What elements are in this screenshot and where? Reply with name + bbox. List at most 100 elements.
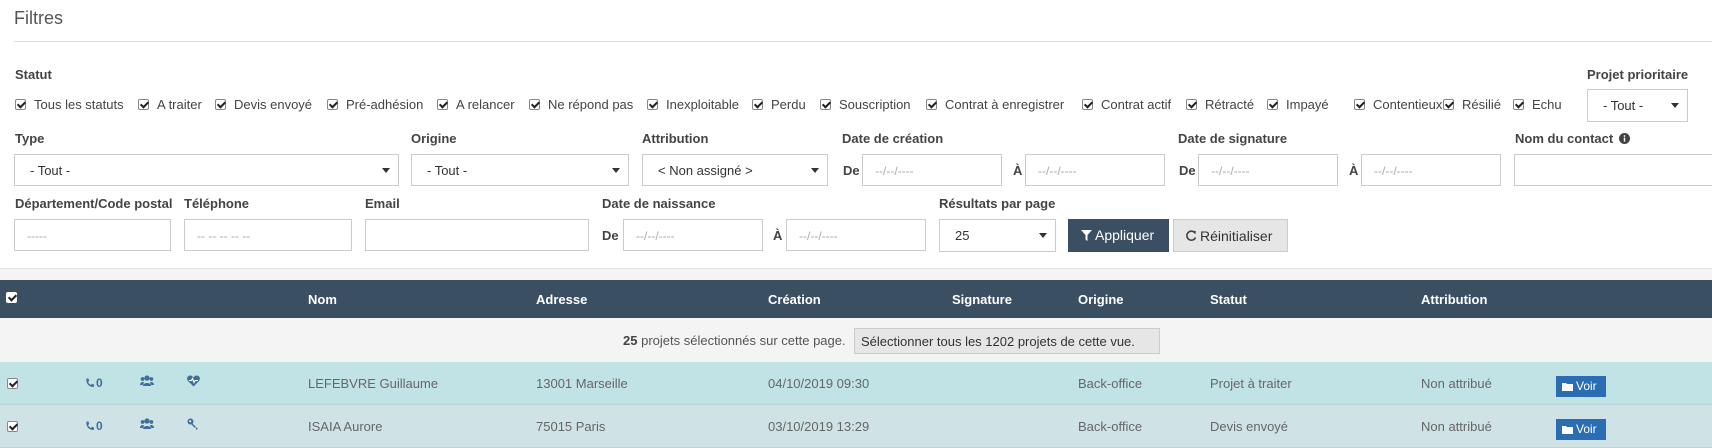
date-creation-to-prefix: À — [1013, 163, 1023, 178]
status-checkbox-label[interactable]: Contrat actif — [1101, 97, 1171, 112]
status-checkbox[interactable] — [215, 99, 226, 110]
status-checkbox[interactable] — [1513, 99, 1524, 110]
status-checkbox[interactable] — [138, 99, 149, 110]
voir-label: Voir — [1576, 422, 1597, 436]
call-count[interactable]: 0 — [85, 376, 103, 390]
date-creation-label: Date de création — [842, 131, 944, 146]
users-icon[interactable] — [140, 375, 154, 387]
telephone-label: Téléphone — [184, 196, 250, 211]
departement-label: Département/Code postal — [15, 196, 173, 211]
call-count-value: 0 — [96, 376, 103, 390]
cell-adresse: 13001 Marseille — [536, 376, 628, 391]
phone-icon — [85, 376, 96, 390]
status-checkbox-label[interactable]: Tous les statuts — [34, 97, 124, 112]
projet-prioritaire-label: Projet prioritaire — [1587, 67, 1689, 82]
chevron-down-icon — [1039, 233, 1047, 238]
resultats-select[interactable]: 25 — [939, 219, 1056, 252]
date-signature-to-input[interactable]: --/--/---- — [1361, 154, 1501, 186]
status-checkbox-label[interactable]: Contrat à enregistrer — [945, 97, 1064, 112]
status-checkbox-label[interactable]: Souscription — [839, 97, 911, 112]
origine-select[interactable]: - Tout - — [411, 154, 629, 186]
email-label: Email — [365, 196, 400, 211]
reset-button[interactable]: Réinitialiser — [1173, 219, 1288, 252]
date-naissance-from-input[interactable]: --/--/---- — [623, 219, 763, 251]
column-header-statut[interactable]: Statut — [1210, 292, 1247, 307]
status-checkbox-label[interactable]: Perdu — [771, 97, 806, 112]
status-checkbox[interactable] — [647, 99, 658, 110]
refresh-icon — [1186, 230, 1197, 241]
status-checkbox-label[interactable]: Ne répond pas — [548, 97, 633, 112]
date-naissance-to-prefix: À — [773, 228, 783, 243]
type-select[interactable]: - Tout - — [14, 154, 399, 186]
table-header: Nom Adresse Création Signature Origine S… — [0, 280, 1712, 318]
table-row[interactable]: 0 ISAIA Aurore 75015 Paris 03/10/2019 13:29… — [0, 405, 1712, 448]
column-header-origine[interactable]: Origine — [1078, 292, 1124, 307]
key-icon — [187, 418, 199, 430]
status-checkbox[interactable] — [1443, 99, 1454, 110]
column-header-attribution[interactable]: Attribution — [1421, 292, 1487, 307]
date-creation-from-input[interactable]: --/--/---- — [862, 154, 1002, 186]
selection-message: projets sélectionnés sur cette page. — [641, 333, 846, 348]
origine-label: Origine — [411, 131, 457, 146]
column-header-nom[interactable]: Nom — [308, 292, 337, 307]
status-checkbox[interactable] — [529, 99, 540, 110]
telephone-input[interactable]: -- -- -- -- -- — [184, 219, 352, 251]
date-naissance-label: Date de naissance — [602, 196, 716, 211]
voir-button[interactable]: Voir — [1556, 376, 1606, 397]
row-checkbox[interactable] — [7, 421, 18, 432]
status-checkbox-label[interactable]: A relancer — [456, 97, 515, 112]
voir-button[interactable]: Voir — [1556, 419, 1606, 440]
status-checkbox[interactable] — [1354, 99, 1365, 110]
status-checkbox-label[interactable]: Devis envoyé — [234, 97, 312, 112]
filters-title: Filtres — [14, 8, 63, 28]
status-checkbox-label[interactable]: Inexploitable — [666, 97, 739, 112]
status-checkbox-label[interactable]: Echu — [1532, 97, 1562, 112]
email-input[interactable] — [365, 219, 589, 251]
status-checkbox-label[interactable]: Résilié — [1462, 97, 1501, 112]
status-checkbox[interactable] — [752, 99, 763, 110]
column-header-adresse[interactable]: Adresse — [536, 292, 587, 307]
cell-creation: 04/10/2019 09:30 — [768, 376, 870, 391]
status-checkbox[interactable] — [437, 99, 448, 110]
projet-prioritaire-select[interactable]: - Tout - — [1587, 89, 1688, 122]
departement-input[interactable]: ----- — [14, 219, 171, 251]
users-icon[interactable] — [140, 418, 154, 430]
apply-button[interactable]: Appliquer — [1068, 219, 1169, 252]
row-checkbox[interactable] — [7, 378, 18, 389]
chevron-down-icon — [612, 168, 620, 173]
status-checkbox-label[interactable]: Contentieux — [1373, 97, 1442, 112]
column-header-signature[interactable]: Signature — [952, 292, 1012, 307]
attribution-select[interactable]: < Non assigné > — [642, 154, 828, 186]
status-checkbox[interactable] — [926, 99, 937, 110]
select-all-checkbox[interactable] — [6, 292, 17, 303]
cell-origine: Back-office — [1078, 419, 1143, 434]
voir-label: Voir — [1576, 379, 1597, 393]
status-checkbox[interactable] — [1186, 99, 1197, 110]
projet-prioritaire-value: - Tout - — [1603, 98, 1644, 113]
cell-statut: Projet à traiter — [1210, 376, 1292, 391]
date-signature-from-input[interactable]: --/--/---- — [1198, 154, 1338, 186]
status-checkbox-label[interactable]: Impayé — [1286, 97, 1329, 112]
table-row[interactable]: 0 LEFEBVRE Guillaume 13001 Marseille 04/10/… — [0, 362, 1712, 405]
call-count[interactable]: 0 — [85, 419, 103, 433]
attribution-value: < Non assigné > — [658, 163, 753, 178]
chevron-down-icon — [382, 168, 390, 173]
column-header-creation[interactable]: Création — [768, 292, 821, 307]
nom-contact-input[interactable] — [1514, 154, 1712, 186]
status-checkbox-label[interactable]: Pré-adhésion — [346, 97, 423, 112]
selection-text: 25 projets sélectionnés sur cette page. — [623, 333, 846, 348]
status-checkbox[interactable] — [327, 99, 338, 110]
select-all-projects-button[interactable]: Sélectionner tous les 1202 projets de ce… — [854, 328, 1160, 354]
date-signature-from-prefix: De — [1179, 163, 1196, 178]
status-checkbox-label[interactable]: Rétracté — [1205, 97, 1254, 112]
date-naissance-to-input[interactable]: --/--/---- — [786, 219, 926, 251]
status-checkbox[interactable] — [1082, 99, 1093, 110]
date-signature-to-prefix: À — [1349, 163, 1359, 178]
date-creation-to-input[interactable]: --/--/---- — [1025, 154, 1165, 186]
status-checkbox[interactable] — [820, 99, 831, 110]
call-count-value: 0 — [96, 419, 103, 433]
status-checkbox[interactable] — [1267, 99, 1278, 110]
status-checkbox-label[interactable]: A traiter — [157, 97, 202, 112]
cell-attribution: Non attribué — [1421, 376, 1492, 391]
status-checkbox[interactable] — [15, 99, 26, 110]
